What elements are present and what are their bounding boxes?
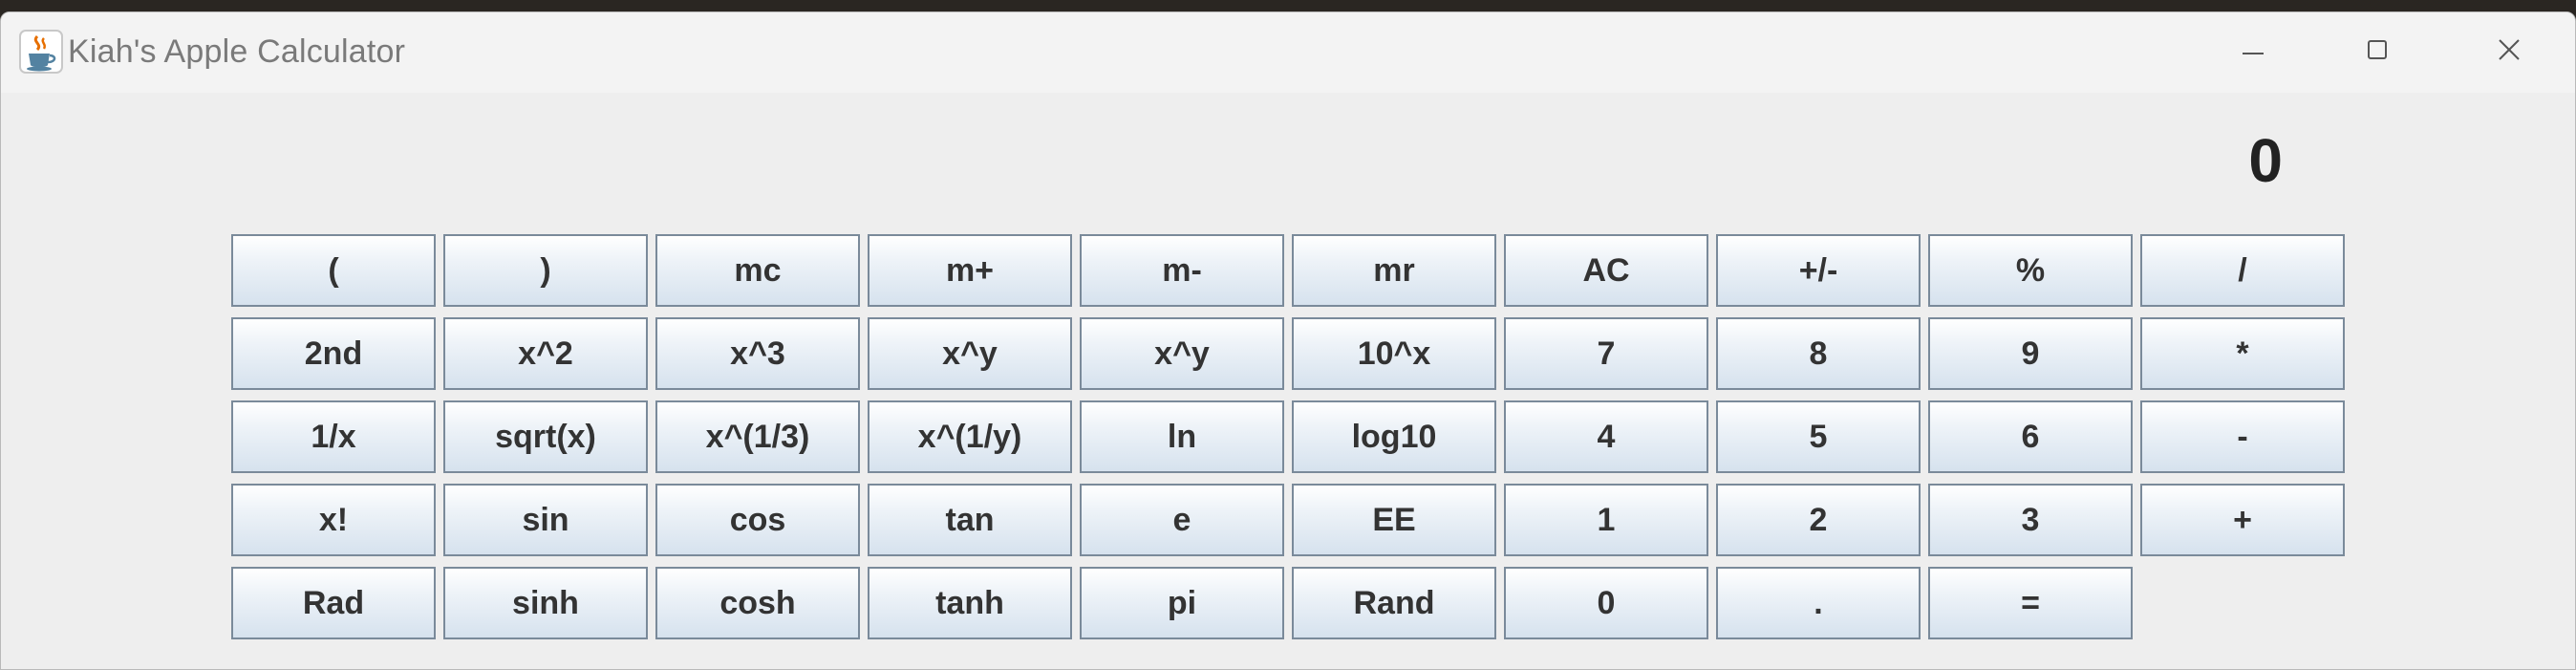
minimize-button[interactable] xyxy=(2210,26,2296,77)
calculator-window: Kiah's Apple Calculator 0 ( ) mc m+ m- m… xyxy=(0,11,2576,670)
key-subtract[interactable]: - xyxy=(2140,400,2345,473)
key-power-y-alt[interactable]: x^y xyxy=(1080,317,1284,390)
key-open-paren[interactable]: ( xyxy=(231,234,436,307)
key-y-root[interactable]: x^(1/y) xyxy=(868,400,1072,473)
key-factorial[interactable]: x! xyxy=(231,484,436,556)
key-square[interactable]: x^2 xyxy=(443,317,648,390)
title-bar[interactable]: Kiah's Apple Calculator xyxy=(1,12,2575,93)
key-square-root[interactable]: sqrt(x) xyxy=(443,400,648,473)
key-negate[interactable]: +/- xyxy=(1716,234,1921,307)
keypad: ( ) mc m+ m- mr AC +/- % / 2nd x^2 x^3 x… xyxy=(231,234,2345,639)
key-cube[interactable]: x^3 xyxy=(655,317,860,390)
key-digit-1[interactable]: 1 xyxy=(1504,484,1708,556)
key-radians[interactable]: Rad xyxy=(231,567,436,639)
key-ten-power[interactable]: 10^x xyxy=(1292,317,1496,390)
key-random[interactable]: Rand xyxy=(1292,567,1496,639)
key-second[interactable]: 2nd xyxy=(231,317,436,390)
window-title: Kiah's Apple Calculator xyxy=(68,33,406,70)
key-all-clear[interactable]: AC xyxy=(1504,234,1708,307)
key-pi[interactable]: pi xyxy=(1080,567,1284,639)
java-coffee-icon xyxy=(18,29,64,75)
key-close-paren[interactable]: ) xyxy=(443,234,648,307)
key-digit-4[interactable]: 4 xyxy=(1504,400,1708,473)
key-digit-6[interactable]: 6 xyxy=(1928,400,2133,473)
key-natural-log[interactable]: ln xyxy=(1080,400,1284,473)
key-memory-subtract[interactable]: m- xyxy=(1080,234,1284,307)
key-tan[interactable]: tan xyxy=(868,484,1072,556)
key-power-y[interactable]: x^y xyxy=(868,317,1072,390)
key-add[interactable]: + xyxy=(2140,484,2345,556)
key-cosh[interactable]: cosh xyxy=(655,567,860,639)
result-display: 0 xyxy=(2248,126,2283,195)
key-divide[interactable]: / xyxy=(2140,234,2345,307)
maximize-button[interactable] xyxy=(2334,26,2420,77)
key-digit-0[interactable]: 0 xyxy=(1504,567,1708,639)
key-sinh[interactable]: sinh xyxy=(443,567,648,639)
key-cube-root[interactable]: x^(1/3) xyxy=(655,400,860,473)
key-tanh[interactable]: tanh xyxy=(868,567,1072,639)
minimize-icon xyxy=(2243,43,2264,60)
key-decimal[interactable]: . xyxy=(1716,567,1921,639)
key-log10[interactable]: log10 xyxy=(1292,400,1496,473)
key-memory-clear[interactable]: mc xyxy=(655,234,860,307)
key-memory-add[interactable]: m+ xyxy=(868,234,1072,307)
key-exponent[interactable]: EE xyxy=(1292,484,1496,556)
key-digit-7[interactable]: 7 xyxy=(1504,317,1708,390)
key-digit-2[interactable]: 2 xyxy=(1716,484,1921,556)
key-euler[interactable]: e xyxy=(1080,484,1284,556)
key-multiply[interactable]: * xyxy=(2140,317,2345,390)
key-digit-3[interactable]: 3 xyxy=(1928,484,2133,556)
maximize-icon xyxy=(2368,39,2387,64)
close-button[interactable] xyxy=(2466,26,2552,77)
close-icon xyxy=(2499,38,2520,65)
key-sin[interactable]: sin xyxy=(443,484,648,556)
key-equals[interactable]: = xyxy=(1928,567,2133,639)
key-digit-9[interactable]: 9 xyxy=(1928,317,2133,390)
key-memory-recall[interactable]: mr xyxy=(1292,234,1496,307)
key-percent[interactable]: % xyxy=(1928,234,2133,307)
key-cos[interactable]: cos xyxy=(655,484,860,556)
key-reciprocal[interactable]: 1/x xyxy=(231,400,436,473)
key-digit-8[interactable]: 8 xyxy=(1716,317,1921,390)
key-digit-5[interactable]: 5 xyxy=(1716,400,1921,473)
